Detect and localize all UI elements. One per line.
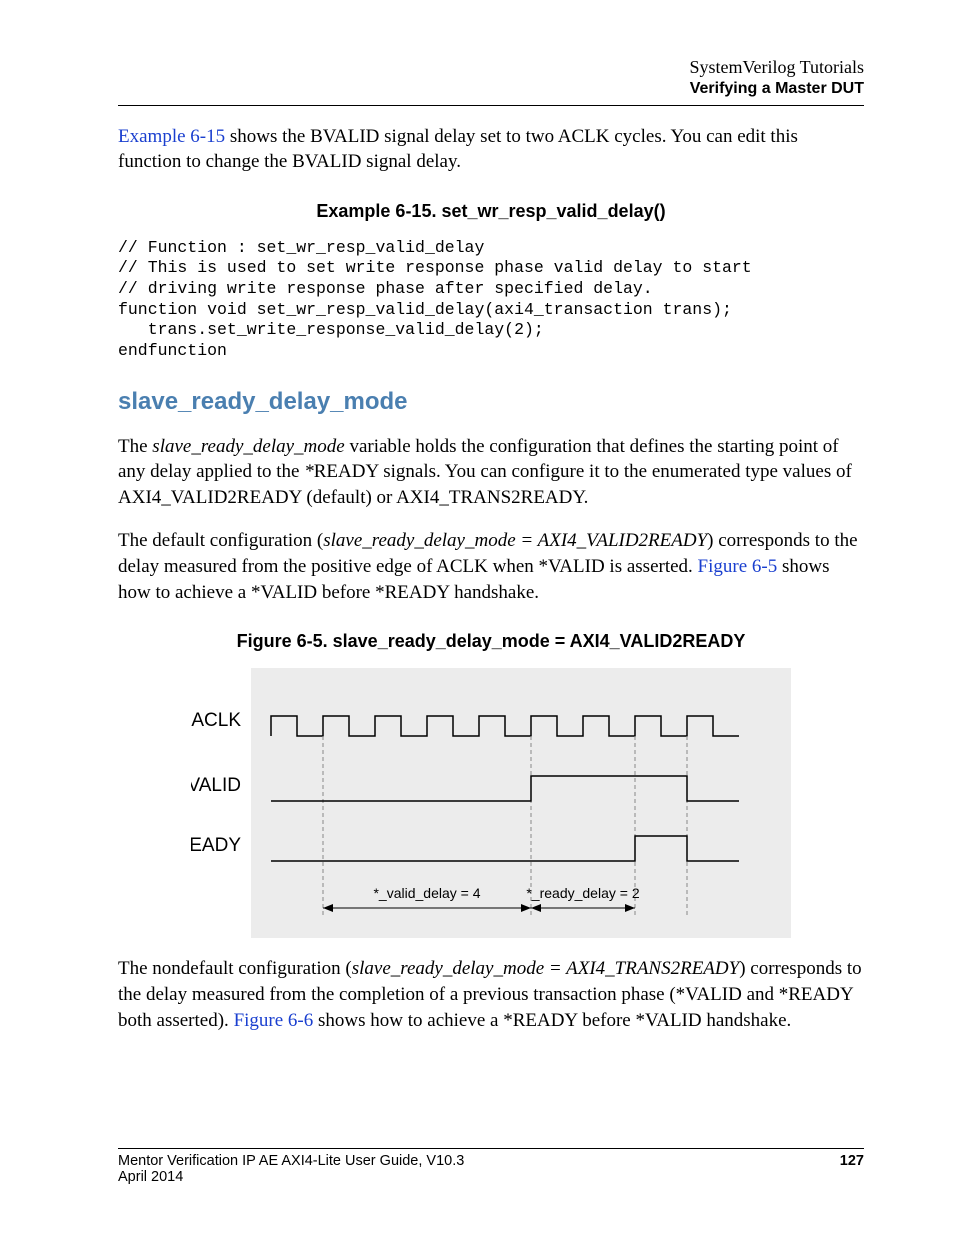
- valid-delay-text: *_valid_delay = 4: [373, 885, 480, 901]
- page-number: 127: [840, 1153, 864, 1169]
- intro-paragraph: Example 6-15 shows the BVALID signal del…: [118, 124, 864, 175]
- example-link[interactable]: Example 6-15: [118, 126, 225, 147]
- header-line-2: Verifying a Master DUT: [118, 79, 864, 99]
- valid-label: *VALID: [191, 775, 241, 796]
- timing-diagram-svg: ACLK *VALID *READY *_valid_delay = 4: [191, 668, 791, 938]
- paragraph-2: The slave_ready_delay_mode variable hold…: [118, 434, 864, 511]
- footer-title: Mentor Verification IP AE AXI4-Lite User…: [118, 1153, 464, 1169]
- section-heading: slave_ready_delay_mode: [118, 388, 864, 416]
- figure-title: Figure 6-5. slave_ready_delay_mode = AXI…: [118, 631, 864, 652]
- aclk-label: ACLK: [191, 710, 241, 731]
- ready-delay-text: *_ready_delay = 2: [526, 885, 639, 901]
- header-line-1: SystemVerilog Tutorials: [118, 56, 864, 79]
- figure-6-6-link[interactable]: Figure 6-6: [234, 1010, 314, 1031]
- ready-label: *READY: [191, 835, 241, 856]
- paragraph-3: The default configuration (slave_ready_d…: [118, 528, 864, 605]
- page-footer: Mentor Verification IP AE AXI4-Lite User…: [118, 1148, 864, 1185]
- example-title: Example 6-15. set_wr_resp_valid_delay(): [118, 201, 864, 222]
- header-rule: [118, 105, 864, 106]
- diagram-bg: [251, 668, 791, 938]
- page: SystemVerilog Tutorials Verifying a Mast…: [0, 0, 954, 1235]
- page-header: SystemVerilog Tutorials Verifying a Mast…: [118, 56, 864, 99]
- figure-6-5: ACLK *VALID *READY *_valid_delay = 4: [118, 668, 864, 938]
- figure-6-5-link[interactable]: Figure 6-5: [698, 556, 778, 577]
- footer-date: April 2014: [118, 1169, 864, 1185]
- paragraph-4: The nondefault configuration (slave_read…: [118, 956, 864, 1033]
- footer-rule: [118, 1148, 864, 1149]
- code-block: // Function : set_wr_resp_valid_delay //…: [118, 238, 864, 362]
